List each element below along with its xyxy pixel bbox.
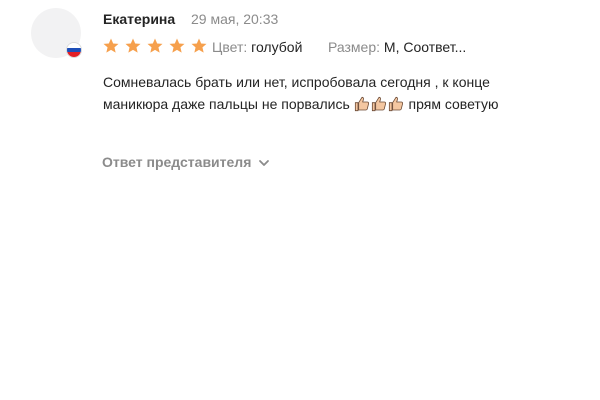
author-name[interactable]: Екатерина <box>103 11 175 27</box>
attribute-value: М, Соответ... <box>383 39 467 55</box>
star-icon <box>168 37 186 55</box>
star-icon <box>146 37 164 55</box>
thumbs-up-icon <box>371 96 387 112</box>
attribute-size: Размер: М, Соответ... <box>328 39 466 55</box>
attribute-value: голубой <box>251 39 303 55</box>
thumbs-up-icon <box>354 96 370 112</box>
chevron-down-icon <box>258 155 270 169</box>
review-text: Сомневалась брать или нет, испробовала с… <box>103 71 523 115</box>
attribute-color: Цвет: голубой <box>212 39 302 55</box>
attribute-label: Цвет: <box>212 39 248 55</box>
attribute-label: Размер: <box>328 39 381 55</box>
star-icon <box>190 37 208 55</box>
russia-flag-icon <box>67 43 81 57</box>
seller-reply-toggle[interactable]: Ответ представителя <box>102 154 270 170</box>
avatar[interactable] <box>31 8 81 58</box>
star-icon <box>124 37 142 55</box>
review-card: Екатерина 29 мая, 20:33 Цвет: голубой Ра… <box>0 0 600 400</box>
thumbs-up-icon <box>388 96 404 112</box>
reply-label: Ответ представителя <box>102 154 252 170</box>
star-icon <box>102 37 120 55</box>
review-date: 29 мая, 20:33 <box>191 11 279 27</box>
rating-stars <box>102 37 208 55</box>
review-text-part: прям советую <box>404 96 499 112</box>
